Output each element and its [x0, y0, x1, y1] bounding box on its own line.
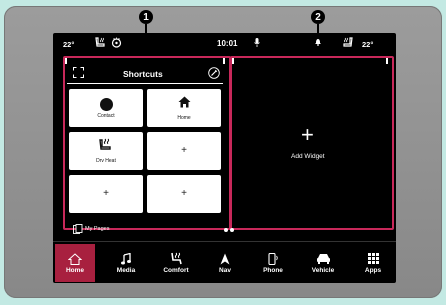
nav-label: Nav: [219, 267, 231, 274]
clock: 10:01: [217, 39, 238, 48]
car-icon: [316, 252, 331, 265]
nav-media[interactable]: Media: [106, 244, 146, 282]
nav-divider: [53, 241, 396, 242]
add-widget-plus[interactable]: +: [301, 124, 314, 146]
add-widget-label: Add Widget: [291, 153, 325, 160]
nav-label: Apps: [364, 267, 382, 274]
nav-phone[interactable]: Phone: [253, 244, 293, 282]
home-icon: [68, 252, 82, 265]
nav-vehicle[interactable]: Vehicle: [303, 244, 343, 282]
seat-heat-icon[interactable]: [95, 37, 107, 48]
seat-icon: [169, 252, 183, 265]
nav-label: Comfort: [163, 267, 189, 274]
shortcut-tile-add[interactable]: +: [147, 175, 221, 213]
notification-icon[interactable]: [315, 38, 321, 46]
left-temperature[interactable]: 22°: [63, 40, 74, 49]
tile-label: Drv Heat: [96, 158, 116, 164]
shortcut-tile-add[interactable]: +: [147, 132, 221, 170]
nav-home[interactable]: Home: [55, 244, 95, 282]
add-shortcut-plus: +: [181, 145, 187, 156]
nav-nav[interactable]: Nav: [205, 244, 245, 282]
touchscreen: 22° 10:01 22° Shortcuts Contact Home Drv…: [53, 33, 396, 283]
grid-icon: [367, 252, 379, 265]
shortcut-tile-add[interactable]: +: [69, 175, 143, 213]
add-shortcut-plus: +: [103, 188, 109, 199]
add-shortcut-plus: +: [181, 188, 187, 199]
expand-icon[interactable]: [73, 67, 84, 78]
home-icon: [178, 95, 191, 113]
nav-label: Vehicle: [311, 267, 335, 274]
phone-icon: [267, 252, 279, 265]
tile-label: Contact: [97, 112, 115, 119]
right-temperature[interactable]: 22°: [362, 40, 373, 49]
music-note-icon: [121, 252, 131, 265]
page-indicator-dot[interactable]: [224, 228, 228, 232]
my-pages-icon[interactable]: [73, 224, 83, 234]
edit-icon[interactable]: [208, 67, 220, 79]
nav-label: Home: [65, 267, 85, 274]
callout-1: 1: [139, 10, 153, 24]
shortcut-tile-drv-heat[interactable]: Drv Heat: [69, 132, 143, 170]
passenger-seat-heat-icon[interactable]: [341, 37, 353, 48]
shortcut-tile-home[interactable]: Home: [147, 89, 221, 127]
my-pages-label[interactable]: My Pages: [85, 226, 109, 232]
panel-corner: [65, 58, 67, 64]
nav-label: Media: [116, 267, 136, 274]
panel-corner: [223, 58, 225, 64]
title-divider: [67, 83, 223, 84]
steering-wheel-heat-icon[interactable]: [111, 37, 122, 48]
page-indicator-dot[interactable]: [230, 228, 234, 232]
seat-heat-icon: [99, 138, 113, 156]
shortcut-tile-contact[interactable]: Contact: [69, 89, 143, 127]
callout-2: 2: [311, 10, 325, 24]
circle-icon: [99, 97, 113, 111]
nav-label: Phone: [263, 267, 283, 274]
panel-corner: [232, 58, 234, 64]
shortcuts-title: Shortcuts: [123, 69, 163, 79]
microphone-icon[interactable]: [254, 38, 260, 47]
nav-comfort[interactable]: Comfort: [156, 244, 196, 282]
tile-label: Home: [177, 115, 191, 121]
arrow-up-icon: [220, 252, 230, 265]
nav-apps[interactable]: Apps: [353, 244, 393, 282]
panel-corner: [386, 58, 388, 64]
